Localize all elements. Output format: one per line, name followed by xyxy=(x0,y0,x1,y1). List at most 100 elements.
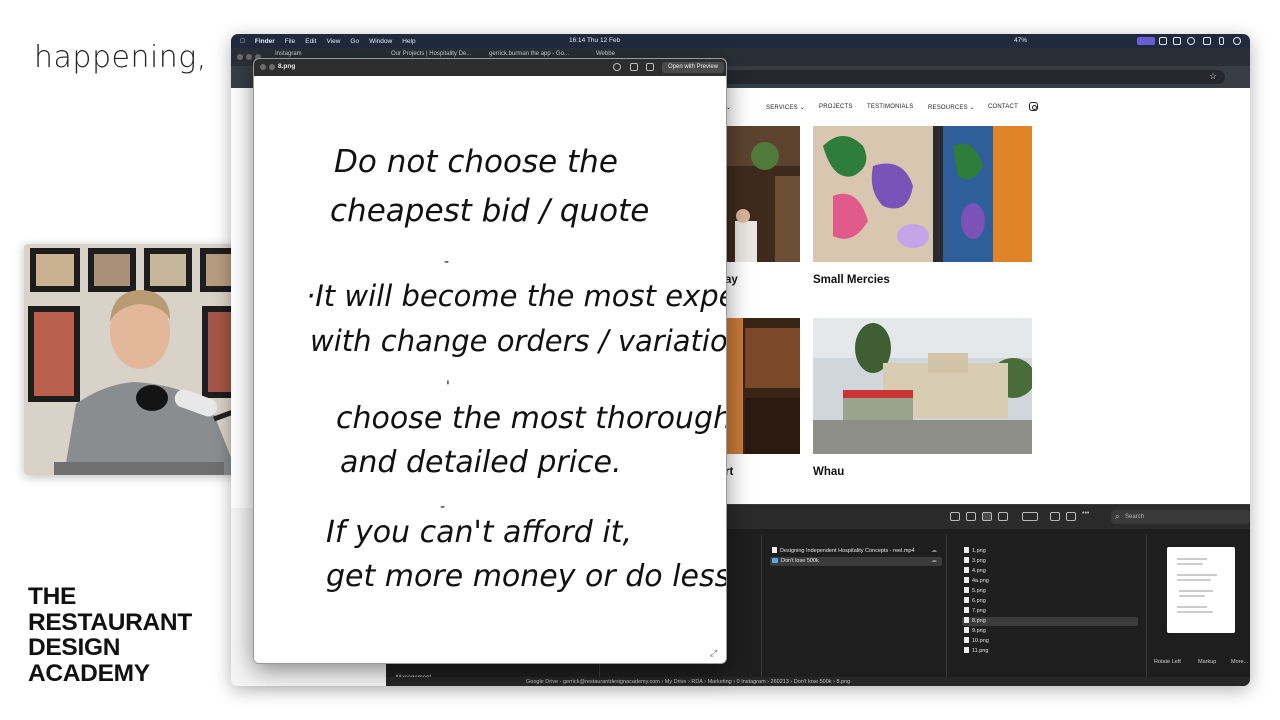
project-image[interactable] xyxy=(813,318,1032,454)
nav-testimonials[interactable]: TESTIMONIALS xyxy=(867,104,913,110)
more-icon[interactable]: ••• xyxy=(1082,510,1092,519)
icon-view-icon[interactable] xyxy=(950,512,960,521)
battery-percent[interactable]: 47% xyxy=(1014,37,1027,44)
finder-file-item[interactable]: 9.png xyxy=(964,627,986,636)
path-segment[interactable]: My Drive xyxy=(665,679,687,685)
screen-record-icon[interactable] xyxy=(1137,37,1155,45)
project-title[interactable]: Small Mercies xyxy=(813,274,890,286)
finder-search-field[interactable]: Search xyxy=(1111,510,1250,524)
more-actions-button[interactable]: More... xyxy=(1231,659,1248,665)
nav-resources[interactable]: RESOURCES ⌄ xyxy=(928,104,975,111)
rotate-left-button[interactable]: Rotate Left xyxy=(1154,659,1181,665)
finder-file-item[interactable]: 11.png xyxy=(964,647,988,656)
rotate-icon[interactable] xyxy=(630,63,638,71)
apple-icon[interactable]:  xyxy=(240,38,245,45)
note-dot: - xyxy=(440,499,445,515)
path-segment[interactable]: Google Drive - gerrick@restaurantdesigna… xyxy=(526,679,660,685)
image-file-icon xyxy=(964,547,969,553)
restaurant-interior-photo xyxy=(725,126,800,262)
gallery-view-icon[interactable] xyxy=(998,512,1008,521)
image-file-icon xyxy=(964,577,969,583)
image-file-icon xyxy=(964,607,969,613)
nav-projects[interactable]: PROJECTS xyxy=(819,104,853,110)
file-name: 4a.png xyxy=(972,578,989,584)
menu-app-finder[interactable]: Finder xyxy=(255,38,275,45)
project-title[interactable]: Whau xyxy=(813,466,844,478)
menubar-clock[interactable]: 16:14 Thu 12 Feb xyxy=(569,37,620,44)
share-icon[interactable] xyxy=(1050,512,1060,521)
image-file-icon xyxy=(964,557,969,563)
image-file-icon xyxy=(964,587,969,593)
finder-file-item[interactable]: 10.png xyxy=(964,637,989,646)
browser-tab-label: Our Projects | Hospitality De... xyxy=(391,51,472,57)
file-name: Designing Independent Hospitality Concep… xyxy=(780,548,915,554)
path-segment[interactable]: RDA xyxy=(691,679,702,685)
file-name: 10.png xyxy=(972,638,989,644)
menu-window[interactable]: Window xyxy=(369,38,392,45)
window-close-button[interactable] xyxy=(237,54,243,60)
finder-file-item[interactable]: 5.png xyxy=(964,587,986,596)
window-close-button[interactable] xyxy=(260,64,266,70)
browser-tab-label: Instagram xyxy=(275,51,302,57)
nav-contact[interactable]: CONTACT xyxy=(988,104,1018,110)
file-name: 6.png xyxy=(972,598,986,604)
finder-file-item[interactable]: 6.png xyxy=(964,597,986,606)
share-icon[interactable] xyxy=(646,63,654,71)
open-with-preview-button[interactable]: Open with Preview xyxy=(662,62,725,73)
nav-services[interactable]: SERVICES ⌄ xyxy=(766,104,805,111)
siri-icon[interactable] xyxy=(1233,37,1241,45)
finder-folder-item[interactable]: Don't lose 500k xyxy=(770,557,942,566)
gear-icon[interactable] xyxy=(1187,37,1195,45)
finder-file-item[interactable]: 4.png xyxy=(964,567,986,576)
path-segment[interactable]: Marketing xyxy=(708,679,732,685)
finder-file-item[interactable]: 3.png xyxy=(964,557,986,566)
finder-file-item[interactable]: 1.png xyxy=(964,547,986,556)
menu-help[interactable]: Help xyxy=(402,38,415,45)
menu-edit[interactable]: Edit xyxy=(305,38,316,45)
markup-button[interactable]: Markup xyxy=(1198,659,1216,665)
tag-icon[interactable] xyxy=(1066,512,1076,521)
fullscreen-button[interactable] xyxy=(269,64,275,70)
folder-icon xyxy=(772,557,778,563)
mac-menubar:  Finder File Edit View Go Window Help 1… xyxy=(231,34,1250,48)
image-file-icon xyxy=(964,597,969,603)
list-view-icon[interactable] xyxy=(966,512,976,521)
file-name: 9.png xyxy=(972,628,986,634)
path-segment[interactable]: Don't lose 500k xyxy=(794,679,832,685)
bookmark-star-icon[interactable]: ☆ xyxy=(1209,71,1217,82)
note-line: Do not choose the xyxy=(334,144,618,180)
bluetooth-icon[interactable] xyxy=(1219,37,1224,45)
browser-tab-label: gerrick.burman the app - Go... xyxy=(489,51,570,57)
cloud-icon: ☁ xyxy=(931,548,937,554)
status-icon[interactable] xyxy=(1159,37,1167,45)
menu-view[interactable]: View xyxy=(326,38,340,45)
finder-file-item[interactable]: 4a.png xyxy=(964,577,989,586)
path-segment[interactable]: 260213 xyxy=(771,679,789,685)
finder-file-item[interactable]: Designing Independent Hospitality Concep… xyxy=(772,547,915,556)
control-center-icon[interactable] xyxy=(1203,37,1211,45)
path-segment[interactable]: 0 Instagram xyxy=(737,679,766,685)
column-view-icon[interactable] xyxy=(982,512,992,521)
brand-line: RESTAURANT xyxy=(28,608,192,636)
menu-go[interactable]: Go xyxy=(350,38,359,45)
status-icon[interactable] xyxy=(1173,37,1181,45)
handwritten-note: Do not choose the cheapest bid / quote -… xyxy=(306,144,727,594)
markup-icon[interactable] xyxy=(613,63,621,71)
project-image[interactable] xyxy=(725,126,800,262)
group-by-icon[interactable] xyxy=(1022,512,1038,521)
instagram-icon[interactable] xyxy=(1029,102,1038,111)
handwritten-note-image: Do not choose the cheapest bid / quote -… xyxy=(254,76,727,663)
finder-file-item[interactable]: 7.png xyxy=(964,607,986,616)
path-segment[interactable]: 8.png xyxy=(836,679,850,685)
file-name: 3.png xyxy=(972,558,986,564)
finder-file-item-selected[interactable]: 8.png xyxy=(962,617,1138,626)
expand-icon[interactable]: ⤢ xyxy=(710,648,717,659)
note-line: get more money or do less xyxy=(326,559,727,594)
window-minimize-button[interactable] xyxy=(246,54,252,60)
image-file-icon xyxy=(964,627,969,633)
project-image[interactable] xyxy=(813,126,1032,262)
menu-file[interactable]: File xyxy=(285,38,295,45)
project-image[interactable] xyxy=(725,318,800,454)
file-name: 4.png xyxy=(972,568,986,574)
note-line: ·It will become the most expensive xyxy=(306,279,727,313)
